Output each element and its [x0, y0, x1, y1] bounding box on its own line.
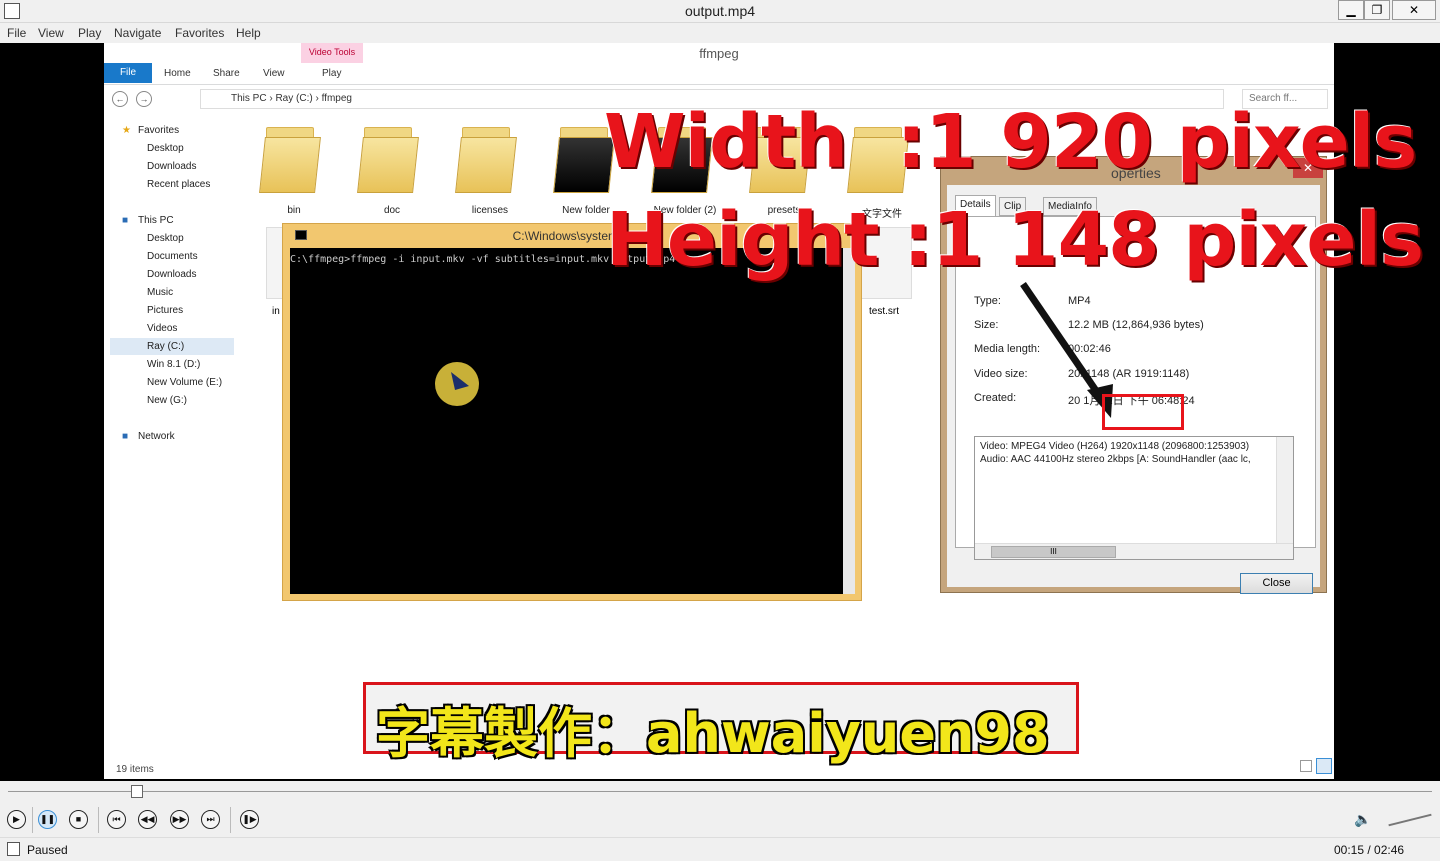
nav-pc-drive-g[interactable]: New (G:) [147, 395, 187, 406]
height-annotation: Height :1 148 pixels [606, 197, 1424, 283]
minimize-button[interactable]: ▁ [1338, 0, 1364, 20]
time-display: 00:15 / 02:46 [1334, 843, 1405, 857]
network-icon: ■ [122, 431, 129, 442]
created-label: Created: [974, 392, 1017, 404]
details-view-icon[interactable] [1300, 760, 1312, 772]
playback-controls: ▶ ❚❚ ■ ⏮ ◀◀ ▶▶ ⏭ ❚▶ 🔈 [0, 801, 1440, 837]
highlight-box [1102, 394, 1184, 430]
mouse-cursor-highlight [435, 362, 479, 406]
breadcrumb-folder[interactable]: ffmpeg [322, 93, 352, 104]
volume-slider[interactable] [1388, 813, 1432, 827]
tab-view[interactable]: View [263, 68, 285, 79]
nav-pc-drive-d[interactable]: Win 8.1 (D:) [147, 359, 200, 370]
folder-label-licenses: licenses [471, 205, 509, 216]
folder-icon[interactable] [259, 123, 321, 203]
ribbon-tabs: Home Share View Play [104, 63, 1334, 85]
info-video-line: Video: MPEG4 Video (H264) 1920x1148 (209… [980, 441, 1250, 452]
breadcrumb-drive[interactable]: Ray (C:) [275, 93, 312, 104]
back-button[interactable]: ← [112, 91, 128, 107]
breadcrumb-thispc[interactable]: This PC [231, 93, 267, 104]
file-label-test-srt: test.srt [869, 306, 900, 317]
close-button[interactable]: ✕ [1392, 0, 1436, 20]
item-count: 19 items [116, 764, 154, 775]
nav-fav-desktop[interactable]: Desktop [147, 143, 184, 154]
media-info-box[interactable]: Video: MPEG4 Video (H264) 1920x1148 (209… [974, 436, 1294, 560]
folder-label-doc: doc [383, 205, 401, 216]
player-title-bar: output.mp4 ▁ ❐ ✕ [0, 0, 1440, 23]
nav-pc-downloads[interactable]: Downloads [147, 269, 196, 280]
nav-fav-downloads[interactable]: Downloads [147, 161, 196, 172]
nav-pc-music[interactable]: Music [147, 287, 173, 298]
nav-fav-recent[interactable]: Recent places [147, 179, 210, 190]
seek-track[interactable] [8, 791, 1432, 792]
menu-view[interactable]: View [38, 26, 64, 40]
folder-icon[interactable] [357, 123, 419, 203]
explorer-title-bar: ffmpeg Video Tools [104, 43, 1334, 65]
size-label: Size: [974, 319, 999, 331]
width-annotation: Width :1 920 pixels [604, 99, 1417, 185]
menu-file[interactable]: File [7, 26, 26, 40]
menu-navigate[interactable]: Navigate [114, 26, 161, 40]
subtitle-text: 字幕製作：ahwaiyuen98 [376, 702, 1050, 765]
nav-pc-documents[interactable]: Documents [147, 251, 198, 262]
nav-pc-drive-e[interactable]: New Volume (E:) [147, 377, 222, 388]
separator [32, 807, 33, 833]
next-button[interactable]: ⏭ [201, 810, 220, 829]
play-button[interactable]: ▶ [7, 810, 26, 829]
type-label: Type: [974, 295, 1001, 307]
menu-play[interactable]: Play [78, 26, 101, 40]
tab-play[interactable]: Play [322, 68, 341, 79]
menu-help[interactable]: Help [236, 26, 261, 40]
large-icons-view-icon[interactable] [1316, 758, 1332, 774]
forward-button[interactable]: ▶▶ [170, 810, 189, 829]
video-area[interactable]: ffmpeg Video Tools Home Share View Play … [0, 43, 1440, 781]
nav-pc-videos[interactable]: Videos [147, 323, 177, 334]
file-label-in: in [272, 306, 280, 317]
nav-pc-desktop[interactable]: Desktop [147, 233, 184, 244]
vertical-scrollbar[interactable] [1276, 437, 1293, 543]
nav-network[interactable]: Network [138, 431, 175, 442]
tab-share[interactable]: Share [213, 68, 240, 79]
volume-icon[interactable]: 🔈 [1354, 811, 1371, 828]
file-status-icon [7, 842, 20, 856]
playback-status: Paused [27, 843, 68, 857]
explorer-title: ffmpeg [699, 46, 739, 61]
scroll-thumb[interactable]: III [991, 546, 1116, 558]
folder-icon[interactable] [455, 123, 517, 203]
forward-button[interactable]: → [136, 91, 152, 107]
stop-button[interactable]: ■ [69, 810, 88, 829]
tab-home[interactable]: Home [164, 68, 191, 79]
pointer-icon [451, 372, 469, 390]
previous-button[interactable]: ⏮ [107, 810, 126, 829]
nav-thispc[interactable]: This PC [138, 215, 174, 226]
restore-button[interactable]: ❐ [1364, 0, 1390, 20]
properties-close-button[interactable]: Close [1240, 573, 1313, 594]
nav-pc-drive-c[interactable]: Ray (C:) [147, 341, 184, 352]
nav-pc-pictures[interactable]: Pictures [147, 305, 183, 316]
navigation-pane: ★ Favorites Desktop Downloads Recent pla… [104, 115, 244, 495]
separator [230, 807, 231, 833]
status-bar: Paused 00:15 / 02:46 [0, 837, 1440, 861]
nav-favorites[interactable]: Favorites [138, 125, 179, 136]
frame-step-button[interactable]: ❚▶ [240, 810, 259, 829]
separator [98, 807, 99, 833]
star-icon: ★ [122, 125, 131, 136]
console-output[interactable]: C:\ffmpeg>ffmpeg -i input.mkv -vf subtit… [290, 248, 855, 594]
tab-file[interactable]: File [104, 63, 152, 83]
horizontal-scrollbar[interactable]: III [975, 543, 1293, 559]
info-audio-line: Audio: AAC 44100Hz stereo 2kbps [A: Soun… [980, 454, 1251, 465]
subtitle-box: 字幕製作：ahwaiyuen98 [363, 682, 1079, 765]
computer-icon: ■ [122, 215, 129, 226]
seek-handle[interactable] [131, 785, 143, 798]
window-title: output.mp4 [684, 3, 756, 19]
console-scrollbar[interactable] [843, 248, 855, 594]
folder-label-bin: bin [287, 205, 301, 216]
menu-favorites[interactable]: Favorites [175, 26, 224, 40]
rewind-button[interactable]: ◀◀ [138, 810, 157, 829]
menu-bar: File View Play Navigate Favorites Help [0, 23, 1440, 43]
video-tools-header: Video Tools [301, 43, 363, 65]
pause-button[interactable]: ❚❚ [38, 810, 57, 829]
seek-bar[interactable] [0, 781, 1440, 801]
